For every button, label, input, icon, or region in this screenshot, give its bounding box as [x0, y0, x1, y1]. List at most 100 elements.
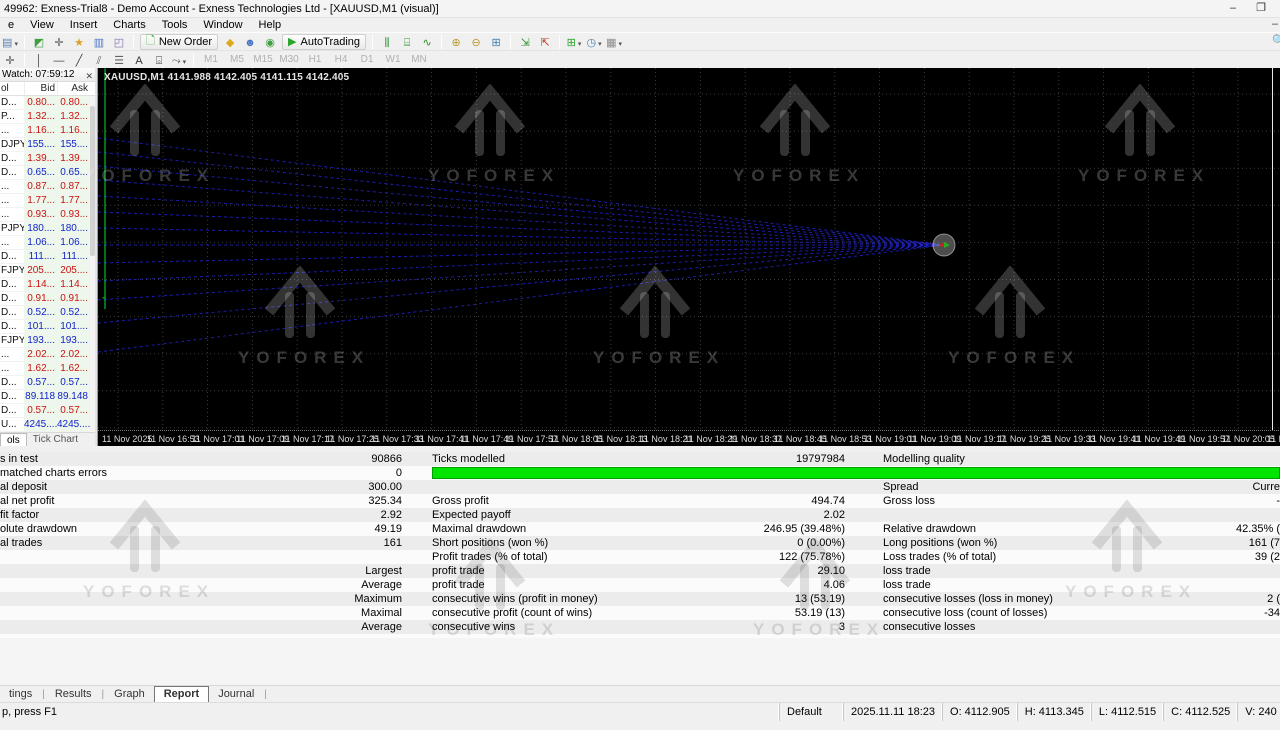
market-watch-row[interactable]: D...0.57...0.57... [0, 376, 95, 390]
market-watch-row[interactable]: P...1.32...1.32... [0, 110, 95, 124]
periods-dropdown-icon[interactable]: ◷▾ [585, 34, 603, 50]
report-value-1: 2.92 [242, 508, 402, 522]
fibonacci-icon[interactable]: ☰ [110, 52, 128, 68]
market-watch-row[interactable]: ...1.62...1.62... [0, 362, 95, 376]
menu-file[interactable]: e [0, 18, 22, 32]
chart-shift-icon[interactable]: ⇱ [536, 34, 554, 50]
scrollbar-thumb[interactable] [90, 106, 95, 256]
bar-chart-icon[interactable]: ⫼ [378, 34, 396, 50]
market-watch-scrollbar[interactable] [90, 96, 95, 432]
templates-dropdown-icon[interactable]: ▦▾ [605, 34, 623, 50]
close-icon[interactable]: ✕ [85, 69, 93, 82]
column-symbol[interactable]: ol [0, 82, 24, 95]
market-watch-row[interactable]: D...0.91...0.91... [0, 292, 95, 306]
menu-view[interactable]: View [22, 18, 62, 32]
horizontal-line-icon[interactable]: — [50, 52, 68, 68]
profiles-icon[interactable]: ◩ [30, 34, 48, 50]
trendline-icon[interactable]: ╱ [70, 52, 88, 68]
column-ask[interactable]: Ask [57, 82, 90, 95]
minimize-button[interactable]: – [1222, 2, 1244, 16]
timeframe-button-w1[interactable]: W1 [381, 53, 405, 67]
tester-tab-graph[interactable]: Graph [105, 687, 154, 702]
market-watch-row[interactable]: D...1.14...1.14... [0, 278, 95, 292]
ask-cell: 1.16... [57, 124, 90, 137]
tile-windows-icon[interactable]: ⊞ [487, 34, 505, 50]
market-watch-row[interactable]: ...0.87...0.87... [0, 180, 95, 194]
market-watch-tab-tick-chart[interactable]: Tick Chart [27, 433, 84, 446]
price-chart[interactable]: XAUUSD,M1 4141.988 4142.405 4141.115 414… [97, 68, 1280, 446]
market-watch-row[interactable]: D...89.11889.148 [0, 390, 95, 404]
menu-insert[interactable]: Insert [62, 18, 106, 32]
tester-tab-results[interactable]: Results [46, 687, 101, 702]
timeframe-button-h4[interactable]: H4 [329, 53, 353, 67]
chart-ohlc-readout: XAUUSD,M1 4141.988 4142.405 4141.115 414… [104, 72, 349, 83]
signals-icon[interactable]: ◉ [261, 34, 279, 50]
menu-tools[interactable]: Tools [154, 18, 196, 32]
restore-button[interactable]: ❐ [1250, 2, 1272, 16]
zoom-out-icon[interactable]: ⊖ [467, 34, 485, 50]
market-watch-row[interactable]: D...0.80...0.80... [0, 96, 95, 110]
cursor-crosshair-icon[interactable]: ✛ [1, 52, 19, 68]
channel-icon[interactable]: ⫽ [90, 52, 108, 68]
menu-charts[interactable]: Charts [105, 18, 153, 32]
report-label-2: consecutive profit (count of wins) [432, 606, 642, 620]
timeframe-button-m30[interactable]: M30 [277, 53, 301, 67]
column-bid[interactable]: Bid [24, 82, 57, 95]
market-watch-row[interactable]: PJPY180....180.... [0, 222, 95, 236]
timeframe-button-mn[interactable]: MN [407, 53, 431, 67]
vertical-line-icon[interactable]: │ [30, 52, 48, 68]
market-watch-row[interactable]: D...0.65...0.65... [0, 166, 95, 180]
timeframe-button-m1[interactable]: M1 [199, 53, 223, 67]
arrows-dropdown-icon[interactable]: ⤳▾ [170, 52, 188, 68]
market-watch-row[interactable]: ...2.02...2.02... [0, 348, 95, 362]
market-watch-row[interactable]: DJPY155....155.... [0, 138, 95, 152]
navigator-window-icon[interactable]: ◰ [110, 34, 128, 50]
market-watch-row[interactable]: FJPY193....193.... [0, 334, 95, 348]
chart-window-minimize-button[interactable]: – [1272, 18, 1278, 30]
market-watch-row[interactable]: U...4245....4245.... [0, 418, 95, 432]
market-watch-row[interactable]: ...0.93...0.93... [0, 208, 95, 222]
menu-help[interactable]: Help [251, 18, 290, 32]
market-watch-row[interactable]: D...0.52...0.52... [0, 306, 95, 320]
market-watch-row[interactable]: D...101....101.... [0, 320, 95, 334]
market-watch-row[interactable]: ...1.06...1.06... [0, 236, 95, 250]
new-order-button[interactable]: 🗋New Order [140, 34, 218, 50]
tester-tab-journal[interactable]: Journal [209, 687, 263, 702]
timeframe-button-d1[interactable]: D1 [355, 53, 379, 67]
zoom-in-icon[interactable]: ⊕ [447, 34, 465, 50]
market-watch-window-icon[interactable]: ▥ [90, 34, 108, 50]
indicators-dropdown-icon[interactable]: ⊞▾ [565, 34, 583, 50]
price-chart-canvas[interactable] [98, 68, 1280, 430]
timeframe-button-h1[interactable]: H1 [303, 53, 327, 67]
chart-profile-dropdown-icon[interactable]: ▤▾ [1, 34, 19, 50]
tester-tab-tings[interactable]: tings [0, 687, 41, 702]
tester-tab-report[interactable]: Report [154, 686, 209, 702]
market-watch-row[interactable]: D...111....111.... [0, 250, 95, 264]
candlestick-chart-icon[interactable]: ⌸ [398, 34, 416, 50]
timeframe-button-m15[interactable]: M15 [251, 53, 275, 67]
chevron-down-icon: ▾ [578, 41, 582, 48]
text-label-icon[interactable]: ⌺ [150, 52, 168, 68]
crosshair-move-icon[interactable]: ✛ [50, 34, 68, 50]
symbol-cell: ... [0, 180, 24, 193]
toolbar-separator [24, 35, 25, 49]
market-watch-row[interactable]: FJPY205....205.... [0, 264, 95, 278]
timeframe-button-m5[interactable]: M5 [225, 53, 249, 67]
favorites-icon[interactable]: ★ [70, 34, 88, 50]
market-watch-row[interactable]: ...1.16...1.16... [0, 124, 95, 138]
line-chart-icon[interactable]: ∿ [418, 34, 436, 50]
market-watch-row[interactable]: D...1.39...1.39... [0, 152, 95, 166]
indicator-lamp-icon[interactable]: ◆ [221, 34, 239, 50]
report-label-3: Gross loss [883, 494, 1100, 508]
autotrading-button[interactable]: ▶AutoTrading [282, 34, 366, 50]
status-profile[interactable]: Default [779, 703, 843, 721]
auto-scroll-icon[interactable]: ⇲ [516, 34, 534, 50]
market-watch-tab-ols[interactable]: ols [0, 433, 27, 446]
search-icon[interactable]: 🔍 [1272, 34, 1280, 48]
market-watch-row[interactable]: D...0.57...0.57... [0, 404, 95, 418]
experts-icon[interactable]: ☻ [241, 34, 259, 50]
text-icon[interactable]: A [130, 52, 148, 68]
market-watch-row[interactable]: ...1.77...1.77... [0, 194, 95, 208]
time-axis[interactable]: 11 Nov 202511 Nov 16:5311 Nov 17:0111 No… [98, 430, 1280, 446]
menu-window[interactable]: Window [195, 18, 250, 32]
